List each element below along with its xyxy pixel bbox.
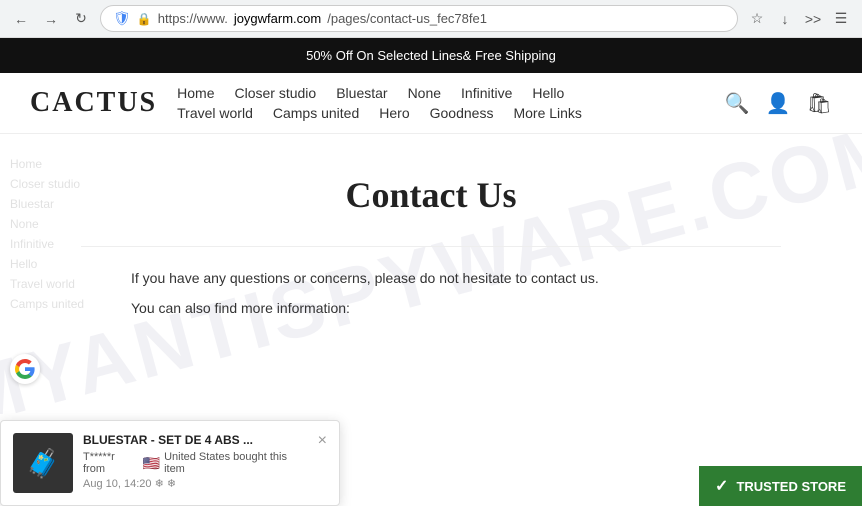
announcement-text: 50% Off On Selected Lines& Free Shipping: [306, 48, 556, 63]
nav-none[interactable]: None: [408, 85, 441, 101]
sidebar-faint-closer: Closer studio: [10, 174, 160, 194]
trusted-store-label: TRUSTED STORE: [736, 479, 846, 494]
sidebar-faint-none: None: [10, 214, 160, 234]
main-content: MYANTISPYWARE.COM Home Closer studio Blu…: [0, 134, 862, 414]
nav-row-secondary: Travel world Camps united Hero Goodness …: [177, 105, 705, 121]
site-header: CACTUS Home Closer studio Bluestar None …: [0, 73, 862, 134]
nav-more-links[interactable]: More Links: [513, 105, 581, 121]
announcement-bar: 50% Off On Selected Lines& Free Shipping: [0, 38, 862, 73]
browser-action-buttons: ☆ ↓ >> ☰: [746, 8, 852, 30]
trusted-shield-icon: ✓: [715, 476, 728, 496]
back-button[interactable]: ←: [10, 8, 32, 30]
toast-notification: 🧳 BLUESTAR - SET DE 4 ABS ... T*****r fr…: [0, 420, 340, 506]
browser-chrome: ← → ↻ 🛡 🔒 https://www. joygwfarm.com/page…: [0, 0, 862, 38]
menu-button[interactable]: ☰: [830, 8, 852, 30]
download-button[interactable]: ↓: [774, 8, 796, 30]
nav-row-primary: Home Closer studio Bluestar None Infinit…: [177, 85, 705, 101]
bookmark-button[interactable]: ☆: [746, 8, 768, 30]
toast-country: United States bought this item: [164, 451, 308, 475]
navigation: Home Closer studio Bluestar None Infinit…: [177, 85, 705, 121]
toast-flag: 🇺🇸: [143, 455, 160, 472]
url-prefix: https://www.: [158, 11, 228, 26]
toast-time: Aug 10, 14:20 ❄ ❄: [83, 477, 308, 490]
nav-home[interactable]: Home: [177, 85, 214, 101]
contact-body: If you have any questions or concerns, p…: [131, 267, 731, 289]
site-logo[interactable]: CACTUS: [30, 87, 157, 119]
luggage-icon: 🧳: [26, 447, 61, 480]
toast-product-image: 🧳: [13, 433, 73, 493]
toast-buyer: T*****r from 🇺🇸 United States bought thi…: [83, 451, 308, 475]
snow-icon-2: ❄: [167, 478, 176, 490]
nav-camps-united[interactable]: Camps united: [273, 105, 359, 121]
extensions-button[interactable]: >>: [802, 8, 824, 30]
nav-closer-studio[interactable]: Closer studio: [235, 85, 317, 101]
snow-icon-1: ❄: [155, 478, 164, 490]
nav-hello[interactable]: Hello: [532, 85, 564, 101]
lock-icon: 🔒: [137, 12, 152, 26]
header-icons: 🔍 👤 🛍: [725, 91, 832, 116]
sidebar-faint-home: Home: [10, 154, 160, 174]
nav-infinitive[interactable]: Infinitive: [461, 85, 512, 101]
refresh-button[interactable]: ↻: [70, 8, 92, 30]
toast-buyer-prefix: T*****r from: [83, 451, 139, 475]
sidebar-faint-bluestar: Bluestar: [10, 194, 160, 214]
forward-button[interactable]: →: [40, 8, 62, 30]
account-button[interactable]: 👤: [766, 91, 791, 116]
trusted-store-badge[interactable]: ✓ TRUSTED STORE: [699, 466, 862, 506]
toast-close-button[interactable]: ×: [318, 433, 327, 449]
sidebar-faint-infinitive: Infinitive: [10, 234, 160, 254]
nav-bluestar[interactable]: Bluestar: [336, 85, 387, 101]
url-bar[interactable]: 🛡 🔒 https://www. joygwfarm.com/pages/cont…: [100, 5, 738, 32]
nav-travel-world[interactable]: Travel world: [177, 105, 253, 121]
shield-icon: 🛡: [113, 10, 131, 27]
toast-product-title: BLUESTAR - SET DE 4 ABS ...: [83, 433, 308, 447]
url-path: /pages/contact-us_fec78fe1: [327, 11, 487, 26]
url-domain: joygwfarm.com: [234, 11, 321, 26]
contact-sub: You can also find more information:: [131, 297, 731, 319]
search-button[interactable]: 🔍: [725, 91, 750, 116]
toast-content: BLUESTAR - SET DE 4 ABS ... T*****r from…: [83, 433, 308, 490]
nav-hero[interactable]: Hero: [379, 105, 409, 121]
nav-goodness[interactable]: Goodness: [430, 105, 494, 121]
google-g-icon[interactable]: [10, 354, 40, 384]
cart-button[interactable]: 🛍: [807, 91, 832, 116]
